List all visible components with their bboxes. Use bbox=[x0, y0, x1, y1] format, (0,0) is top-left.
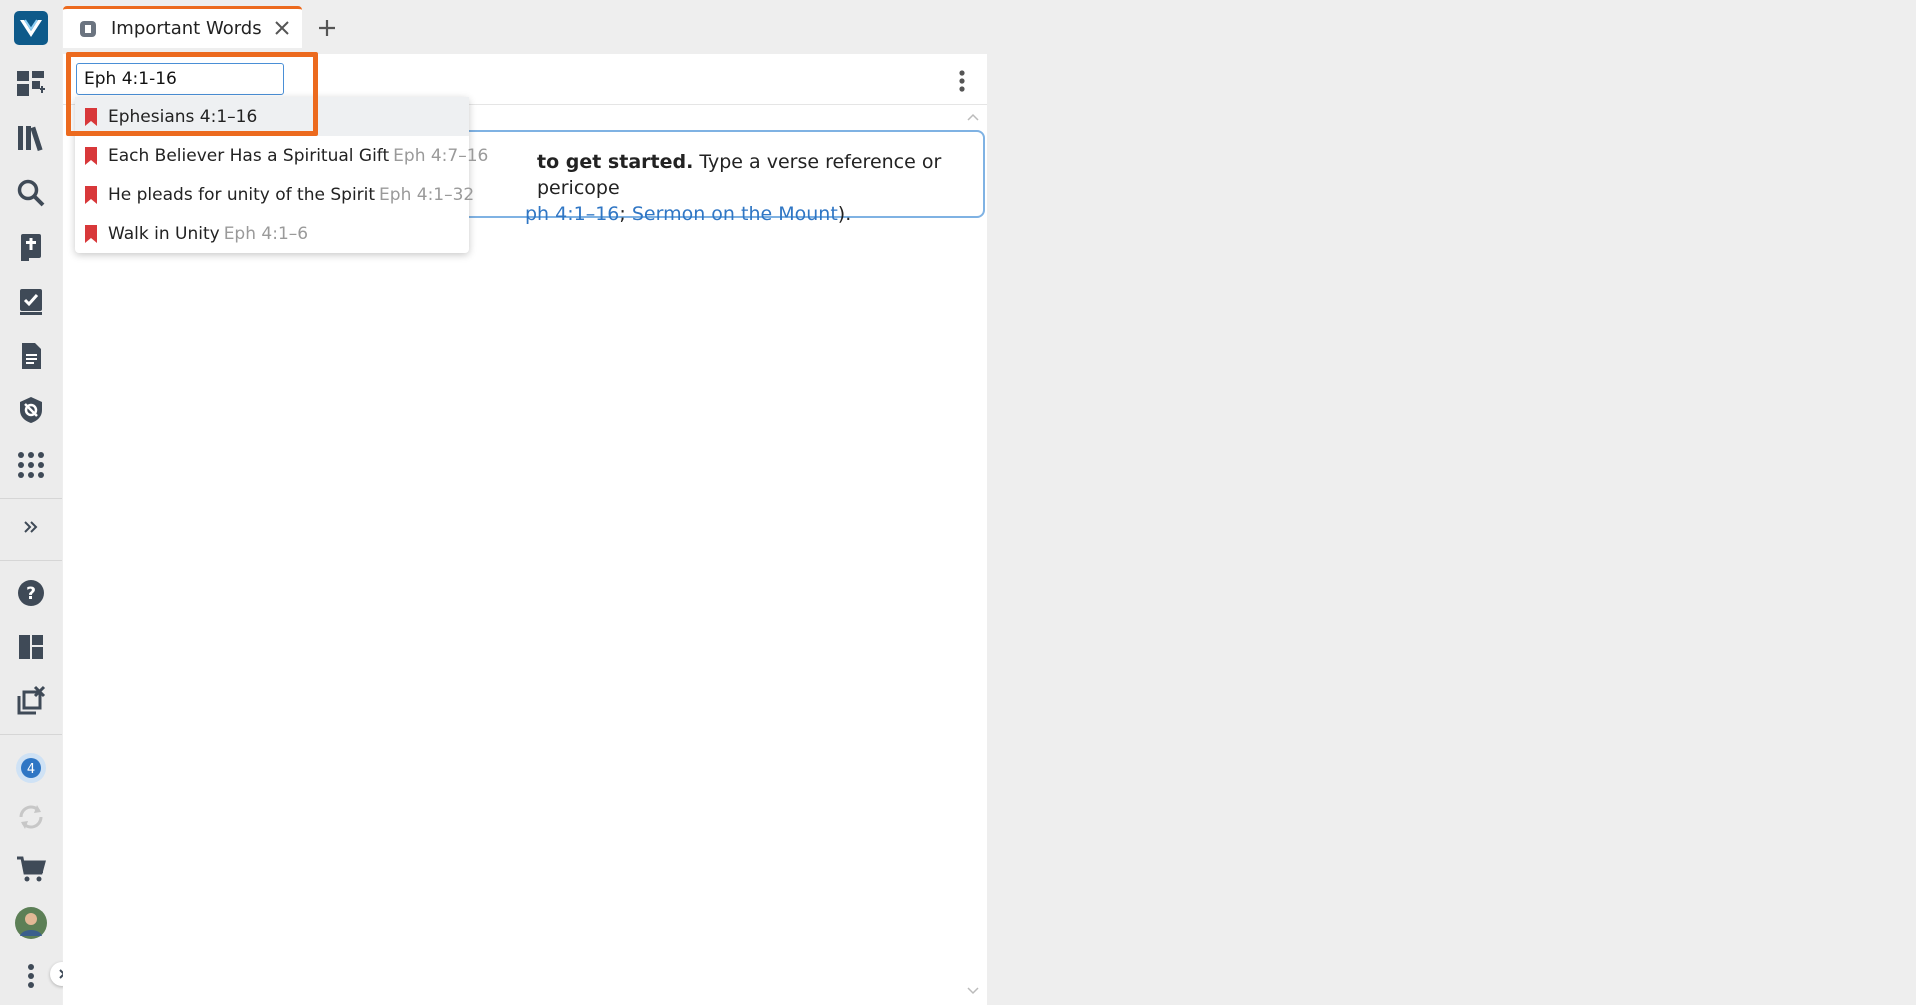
bible-icon[interactable] bbox=[12, 228, 50, 266]
info-bold-text: to get started. bbox=[537, 151, 694, 173]
bookmark-icon bbox=[85, 224, 97, 243]
notification-count: 4 bbox=[27, 762, 35, 777]
bookmark-icon bbox=[85, 146, 97, 165]
cart-icon[interactable] bbox=[12, 850, 50, 888]
add-tab-icon[interactable] bbox=[313, 14, 341, 42]
dropdown-item-ref: Eph 4:7–16 bbox=[393, 145, 489, 166]
dropdown-item-label: He pleads for unity of the Spirit bbox=[108, 184, 376, 205]
layouts-icon[interactable] bbox=[12, 628, 50, 666]
bookmark-icon bbox=[85, 107, 97, 126]
dropdown-item-label: Walk in Unity bbox=[108, 223, 220, 244]
dropdown-item-ref: Eph 4:1–6 bbox=[223, 223, 309, 244]
tool-icon bbox=[79, 20, 97, 38]
apps-grid-icon[interactable] bbox=[12, 446, 50, 484]
rail-divider bbox=[0, 560, 62, 561]
example-link-sermon[interactable]: Sermon on the Mount bbox=[632, 203, 838, 225]
expand-icon[interactable] bbox=[12, 508, 50, 546]
dropdown-item[interactable]: Walk in Unity Eph 4:1–6 bbox=[75, 214, 469, 253]
checklist-icon[interactable] bbox=[12, 282, 50, 320]
getting-started-info: to get started. Type a verse reference o… bbox=[443, 130, 985, 225]
reference-search-input[interactable] bbox=[76, 63, 284, 95]
notifications-icon[interactable]: 4 bbox=[12, 749, 50, 787]
tab-important-words[interactable]: Important Words bbox=[63, 6, 302, 48]
rail-divider bbox=[0, 498, 62, 499]
avatar[interactable] bbox=[12, 904, 50, 942]
close-panels-icon[interactable] bbox=[12, 682, 50, 720]
panel-menu-icon[interactable] bbox=[947, 66, 977, 96]
scroll-down-icon[interactable] bbox=[966, 984, 980, 998]
help-icon[interactable]: ? bbox=[12, 574, 50, 612]
more-icon[interactable] bbox=[12, 957, 50, 995]
dropdown-item-label: Ephesians 4:1–16 bbox=[108, 106, 258, 127]
rail-divider bbox=[0, 734, 62, 735]
info-separator: ; bbox=[619, 203, 632, 225]
tab-title: Important Words bbox=[111, 18, 262, 39]
close-tab-icon[interactable] bbox=[269, 15, 295, 41]
search-icon[interactable] bbox=[12, 174, 50, 212]
bookmark-icon bbox=[85, 185, 97, 204]
logo-icon[interactable] bbox=[12, 9, 50, 47]
dropdown-item[interactable]: Ephesians 4:1–16 bbox=[75, 97, 469, 136]
sync-icon[interactable] bbox=[12, 798, 50, 836]
left-rail: ? 4 bbox=[0, 0, 74, 1005]
svg-text:?: ? bbox=[26, 584, 36, 604]
example-link-eph[interactable]: ph 4:1–16 bbox=[525, 203, 619, 225]
dropdown-item-label: Each Believer Has a Spiritual Gift bbox=[108, 145, 390, 166]
info-end: ). bbox=[837, 203, 852, 225]
library-icon[interactable] bbox=[12, 119, 50, 157]
dropdown-item[interactable]: Each Believer Has a Spiritual Gift Eph 4… bbox=[75, 136, 488, 175]
dropdown-item-ref: Eph 4:1–32 bbox=[379, 184, 475, 205]
autocomplete-dropdown: Ephesians 4:1–16 Each Believer Has a Spi… bbox=[75, 97, 488, 253]
dropdown-item[interactable]: He pleads for unity of the Spirit Eph 4:… bbox=[75, 175, 474, 214]
shield-icon[interactable] bbox=[12, 391, 50, 429]
document-icon[interactable] bbox=[12, 337, 50, 375]
dashboard-add-icon[interactable] bbox=[12, 64, 50, 102]
scroll-up-icon[interactable] bbox=[966, 110, 980, 124]
